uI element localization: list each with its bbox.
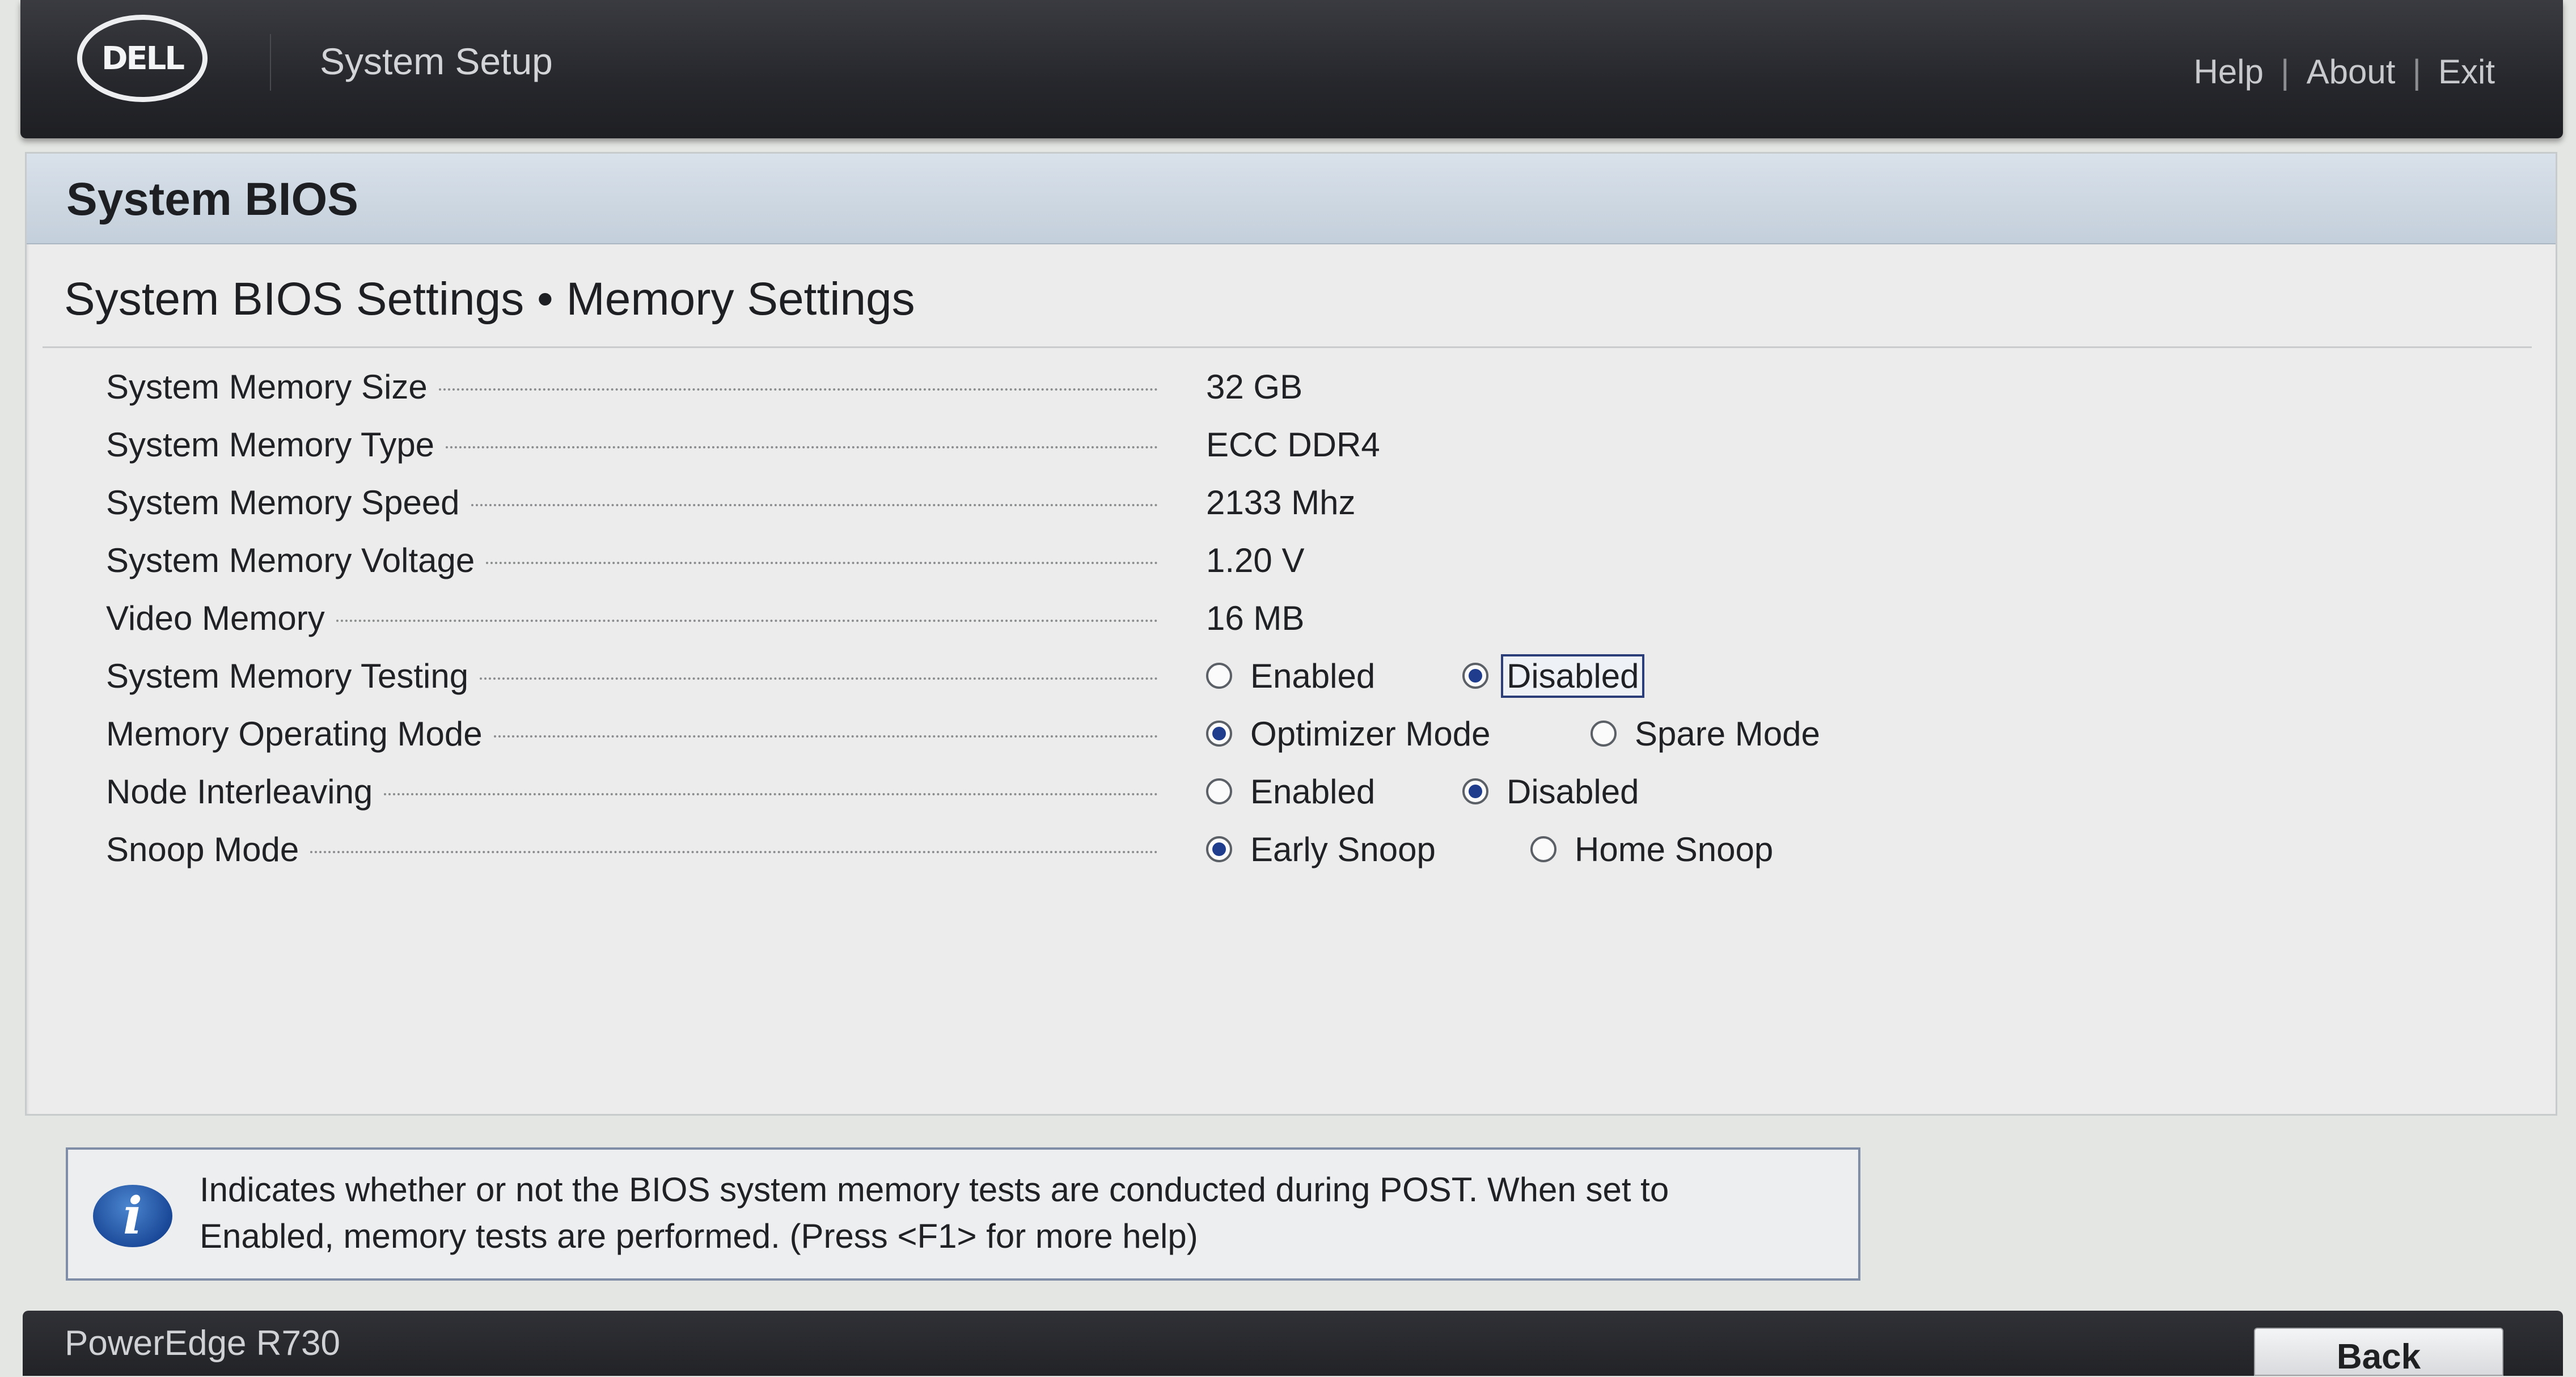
option-label: Disabled bbox=[1507, 772, 1639, 811]
setting-label: System Memory Type bbox=[106, 425, 435, 464]
setting-row-snoop-mode: Snoop Mode Early Snoop Home Snoop bbox=[106, 820, 2488, 878]
setting-label: System Memory Speed bbox=[106, 483, 460, 522]
optimizer-mode-option[interactable]: Optimizer Mode bbox=[1206, 714, 1490, 753]
dotted-leader bbox=[480, 677, 1158, 680]
radio-selected[interactable] bbox=[1462, 663, 1488, 689]
header-links: Help | About | Exit bbox=[2194, 52, 2495, 91]
exit-link[interactable]: Exit bbox=[2438, 52, 2495, 91]
radio-unselected[interactable] bbox=[1591, 721, 1617, 747]
setting-value: 1.20 V bbox=[1206, 541, 1305, 579]
link-separator: | bbox=[2412, 53, 2421, 91]
section-divider bbox=[43, 346, 2532, 348]
memory-testing-enabled-option[interactable]: Enabled bbox=[1206, 656, 1375, 696]
radio-unselected[interactable] bbox=[1206, 778, 1232, 804]
header-divider bbox=[270, 34, 271, 91]
option-label: Home Snoop bbox=[1575, 830, 1774, 868]
footer-bar: PowerEdge R730 Back bbox=[23, 1311, 2563, 1376]
setting-label: Memory Operating Mode bbox=[106, 714, 483, 753]
dotted-leader bbox=[310, 851, 1158, 853]
about-link[interactable]: About bbox=[2307, 52, 2396, 91]
settings-list: System Memory Size 32 GB System Memory T… bbox=[106, 358, 2488, 878]
panel-header: System BIOS bbox=[27, 154, 2556, 244]
dotted-leader bbox=[384, 793, 1158, 795]
help-box: i Indicates whether or not the BIOS syst… bbox=[66, 1147, 1860, 1281]
setting-row-video-memory: Video Memory 16 MB bbox=[106, 589, 2488, 647]
setting-value: 2133 Mhz bbox=[1206, 483, 1356, 522]
settings-panel: System BIOS System BIOS Settings • Memor… bbox=[25, 152, 2557, 1116]
option-label: Spare Mode bbox=[1635, 714, 1820, 753]
dotted-leader bbox=[493, 735, 1158, 738]
spare-mode-option[interactable]: Spare Mode bbox=[1591, 714, 1820, 753]
link-separator: | bbox=[2280, 53, 2290, 91]
setting-label: Node Interleaving bbox=[106, 772, 373, 811]
dotted-leader bbox=[336, 620, 1158, 622]
dotted-leader bbox=[471, 504, 1158, 506]
radio-selected[interactable] bbox=[1462, 778, 1488, 804]
dotted-leader bbox=[446, 446, 1158, 448]
node-interleaving-disabled-option[interactable]: Disabled bbox=[1462, 772, 1639, 811]
setting-row-memory-type: System Memory Type ECC DDR4 bbox=[106, 416, 2488, 473]
option-label: Enabled bbox=[1250, 656, 1376, 695]
setting-label: Snoop Mode bbox=[106, 830, 299, 868]
help-text-line: Enabled, memory tests are performed. (Pr… bbox=[200, 1217, 1198, 1255]
info-icon: i bbox=[93, 1185, 172, 1247]
dotted-leader bbox=[438, 388, 1158, 391]
breadcrumb: System BIOS Settings • Memory Settings bbox=[64, 273, 915, 325]
option-label-focused: Disabled bbox=[1501, 654, 1645, 698]
option-label: Optimizer Mode bbox=[1250, 714, 1491, 753]
setting-label: Video Memory bbox=[106, 599, 325, 637]
back-button[interactable]: Back bbox=[2254, 1328, 2503, 1376]
option-label: Early Snoop bbox=[1250, 830, 1436, 868]
early-snoop-option[interactable]: Early Snoop bbox=[1206, 830, 1436, 869]
header-bar: DELL System Setup Help | About | Exit bbox=[20, 0, 2563, 138]
help-link[interactable]: Help bbox=[2194, 52, 2264, 91]
dell-logo-text: DELL bbox=[101, 40, 185, 77]
setting-row-operating-mode: Memory Operating Mode Optimizer Mode Spa… bbox=[106, 705, 2488, 762]
setting-row-memory-voltage: System Memory Voltage 1.20 V bbox=[106, 531, 2488, 589]
setting-label: System Memory Testing bbox=[106, 656, 469, 695]
dotted-leader bbox=[486, 562, 1158, 564]
radio-selected[interactable] bbox=[1206, 721, 1232, 747]
help-text: Indicates whether or not the BIOS system… bbox=[200, 1167, 1833, 1260]
setting-value: 32 GB bbox=[1206, 367, 1303, 406]
node-interleaving-enabled-option[interactable]: Enabled bbox=[1206, 772, 1375, 811]
setting-row-memory-testing: System Memory Testing Enabled Disabled bbox=[106, 647, 2488, 705]
radio-selected[interactable] bbox=[1206, 836, 1232, 862]
setting-row-node-interleaving: Node Interleaving Enabled Disabled bbox=[106, 762, 2488, 820]
help-text-line: Indicates whether or not the BIOS system… bbox=[200, 1171, 1669, 1209]
panel-title: System BIOS bbox=[66, 173, 358, 225]
home-snoop-option[interactable]: Home Snoop bbox=[1530, 830, 1773, 869]
system-model: PowerEdge R730 bbox=[65, 1324, 340, 1363]
setting-value: 16 MB bbox=[1206, 599, 1305, 637]
option-label: Enabled bbox=[1250, 772, 1376, 811]
radio-unselected[interactable] bbox=[1530, 836, 1556, 862]
setting-label: System Memory Size bbox=[106, 367, 428, 406]
setting-row-memory-size: System Memory Size 32 GB bbox=[106, 358, 2488, 416]
setting-value: ECC DDR4 bbox=[1206, 425, 1380, 464]
radio-unselected[interactable] bbox=[1206, 663, 1232, 689]
app-title: System Setup bbox=[320, 40, 553, 82]
setting-row-memory-speed: System Memory Speed 2133 Mhz bbox=[106, 473, 2488, 531]
setting-label: System Memory Voltage bbox=[106, 541, 475, 579]
memory-testing-disabled-option[interactable]: Disabled bbox=[1462, 654, 1645, 698]
dell-logo: DELL bbox=[77, 15, 208, 102]
